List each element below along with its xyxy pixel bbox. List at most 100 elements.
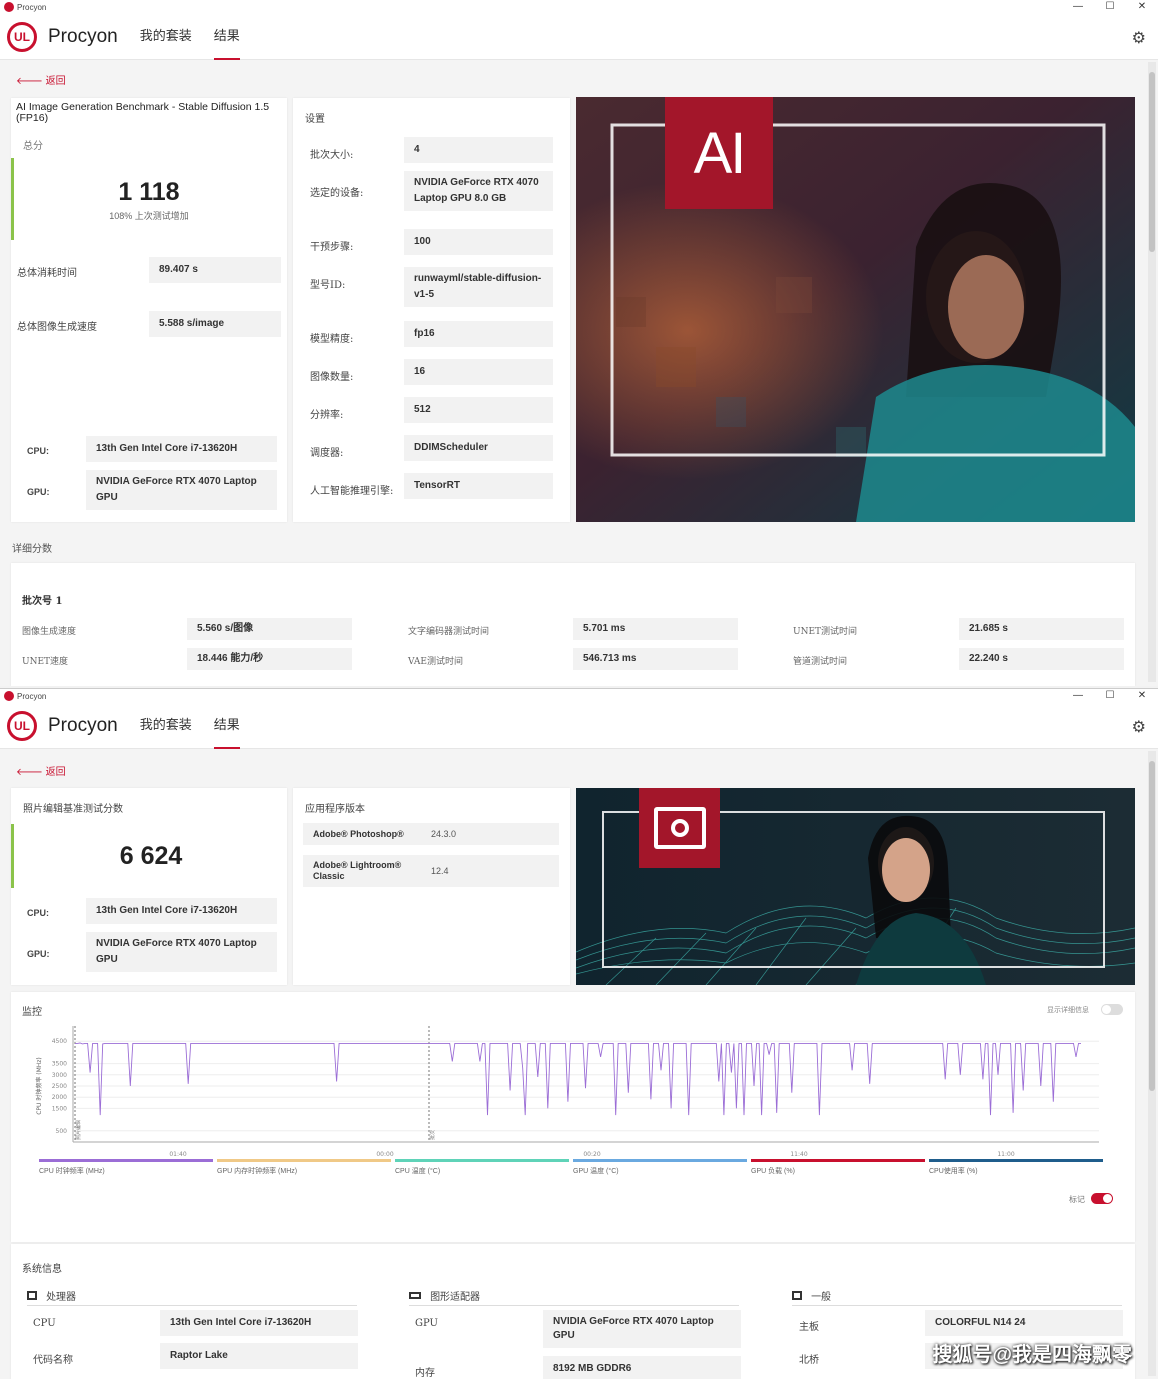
legend-label: GPU 负载 (%) [751, 1168, 795, 1175]
app-icon [4, 691, 14, 701]
speed-label: 总体图像生成速度 [17, 322, 97, 333]
sys-label: 代码名称 [33, 1355, 73, 1366]
setting-label: 型号ID: [310, 280, 346, 291]
cpu-value: 13th Gen Intel Core i7-13620H [86, 898, 277, 924]
version-label: Adobe® Photoshop® [313, 829, 404, 839]
window-photo-benchmark: Procyon — ☐ ✕ UL Procyon 我的套装 结果 ⚙ 🡐 返回 … [0, 688, 1158, 1379]
minimize-icon[interactable]: — [1062, 689, 1094, 703]
title-bar: Procyon — ☐ ✕ [0, 689, 1158, 703]
setting-label: 图像数量: [310, 372, 354, 383]
sysinfo-title: 系统信息 [22, 1264, 62, 1275]
window-ai-benchmark: Procyon — ☐ ✕ UL Procyon 我的套装 结果 ⚙ 🡐 返回 … [0, 0, 1158, 686]
setting-label: 批次大小: [310, 150, 354, 161]
close-icon[interactable]: ✕ [1126, 0, 1158, 14]
legend-item[interactable]: CPU 时钟频率 (MHz) [39, 1159, 213, 1176]
detail-value: 21.685 s [959, 618, 1124, 640]
cpu-clock-chart: 4500 3500 3000 2500 2000 1500 500 CPU 时钟频率 (MHz… [35, 1026, 1099, 1158]
scrollbar-thumb[interactable] [1149, 761, 1155, 1091]
version-value: 24.3.0 [431, 829, 457, 839]
cpu-value: 13th Gen Intel Core i7-13620H [86, 436, 277, 462]
legend-label: CPU 时钟频率 (MHz) [39, 1168, 105, 1175]
gear-icon[interactable]: ⚙ [1132, 717, 1146, 737]
gpu-value: NVIDIA GeForce RTX 4070 Laptop GPU [86, 932, 277, 972]
setting-value: 4 [404, 137, 553, 163]
back-link[interactable]: 🡐 返回 [16, 763, 66, 778]
gpu-label: GPU: [27, 487, 50, 497]
scrollbar[interactable] [1148, 751, 1156, 1376]
x-tick-label: 01:40 [169, 1151, 186, 1158]
y-tick-label: 500 [56, 1128, 68, 1135]
setting-label: 模型精度: [310, 334, 354, 345]
legend-swatch [573, 1159, 747, 1162]
ai-logo-icon: AI [665, 97, 773, 209]
sys-value: Raptor Lake [160, 1343, 358, 1369]
gpu-label: GPU: [27, 949, 50, 959]
cpu-label: CPU: [27, 446, 49, 456]
app-versions-card: 应用程序版本 Adobe® Photoshop® 24.3.0 Adobe® L… [293, 788, 570, 985]
legend-swatch [929, 1159, 1103, 1162]
frame-icon [653, 807, 706, 849]
benchmark-hero-image [576, 788, 1135, 985]
series-line [75, 1042, 1081, 1116]
y-tick-label: 3000 [52, 1072, 67, 1079]
speed-value: 5.588 s/image [149, 311, 281, 337]
detail-value: 18.446 能力/秒 [187, 648, 352, 670]
app-header: UL Procyon 我的套装 结果 ⚙ [0, 14, 1158, 60]
detail-label: 文字编码器测试时间 [408, 627, 490, 637]
detail-scores-card: 批次号 1 图像生成速度 5.560 s/图像 文字编码器测试时间 5.701 … [11, 563, 1135, 686]
legend-item[interactable]: GPU 内存时钟频率 (MHz) [217, 1159, 391, 1176]
setting-label: 分辨率: [310, 410, 344, 421]
legend-item[interactable]: GPU 温度 (°C) [573, 1159, 747, 1176]
legend-item[interactable]: GPU 负载 (%) [751, 1159, 925, 1176]
sys-label: 内存 [415, 1368, 435, 1379]
legend-swatch [395, 1159, 569, 1162]
settings-title: 设置 [305, 114, 325, 125]
minimize-icon[interactable]: — [1062, 0, 1094, 14]
total-time-value: 89.407 s [149, 257, 281, 283]
version-value: 12.4 [431, 866, 449, 876]
back-link[interactable]: 🡐 返回 [16, 72, 66, 87]
sys-value: 13th Gen Intel Core i7-13620H [160, 1310, 358, 1336]
cpu-label: CPU: [27, 908, 49, 918]
marker-toggle[interactable] [1091, 1193, 1113, 1204]
monitor-title: 监控 [22, 1007, 42, 1018]
maximize-icon[interactable]: ☐ [1094, 689, 1126, 703]
detail-label: UNET测试时间 [793, 627, 858, 637]
benchmark-title: AI Image Generation Benchmark - Stable D… [16, 101, 270, 124]
sys-group-header: 处理器 [27, 1288, 357, 1306]
gear-icon[interactable]: ⚙ [1132, 28, 1146, 48]
detail-value: 22.240 s [959, 648, 1124, 670]
tab-results[interactable]: 结果 [213, 703, 240, 749]
sys-value: 8192 MB GDDR6 [543, 1356, 741, 1379]
sys-value: COLORFUL N14 24 [925, 1310, 1123, 1336]
window-controls: — ☐ ✕ [1062, 0, 1158, 14]
tab-results[interactable]: 结果 [213, 14, 240, 60]
watermark: 搜狐号@我是四海飘零 [932, 1344, 1132, 1366]
legend-item[interactable]: CPU使用率 (%) [929, 1159, 1103, 1176]
monitoring-card: 监控 显示详细信息 4500 3500 3000 2500 2000 1500 500 CPU… [11, 992, 1135, 1242]
detail-toggle[interactable] [1101, 1004, 1123, 1015]
scrollbar[interactable] [1148, 62, 1156, 682]
score-label: 总分 [23, 141, 43, 152]
gpu-value: NVIDIA GeForce RTX 4070 Laptop GPU [86, 470, 277, 510]
arrow-left-icon: 🡐 [16, 767, 43, 778]
app-name: Procyon [48, 714, 118, 736]
detail-label: 图像生成速度 [22, 627, 77, 637]
close-icon[interactable]: ✕ [1126, 689, 1158, 703]
score-value: 1 118 [118, 178, 180, 206]
maximize-icon[interactable]: ☐ [1094, 0, 1126, 14]
version-row: Adobe® Lightroom® Classic 12.4 [303, 855, 559, 887]
score-card: AI Image Generation Benchmark - Stable D… [11, 98, 287, 522]
tab-my-suites[interactable]: 我的套装 [140, 703, 192, 749]
y-tick-label: 1500 [52, 1105, 67, 1112]
batch-title: 批次号 1 [22, 596, 63, 607]
setting-value: NVIDIA GeForce RTX 4070 Laptop GPU 8.0 G… [404, 171, 553, 211]
detail-value: 5.560 s/图像 [187, 618, 352, 640]
scrollbar-thumb[interactable] [1149, 72, 1155, 252]
legend-item[interactable]: CPU 温度 (°C) [395, 1159, 569, 1176]
y-tick-label: 4500 [52, 1038, 67, 1045]
detail-label: UNET速度 [22, 657, 69, 667]
tab-my-suites[interactable]: 我的套装 [140, 14, 192, 60]
sys-label: 北桥 [799, 1355, 819, 1366]
y-tick-label: 3500 [52, 1061, 67, 1068]
